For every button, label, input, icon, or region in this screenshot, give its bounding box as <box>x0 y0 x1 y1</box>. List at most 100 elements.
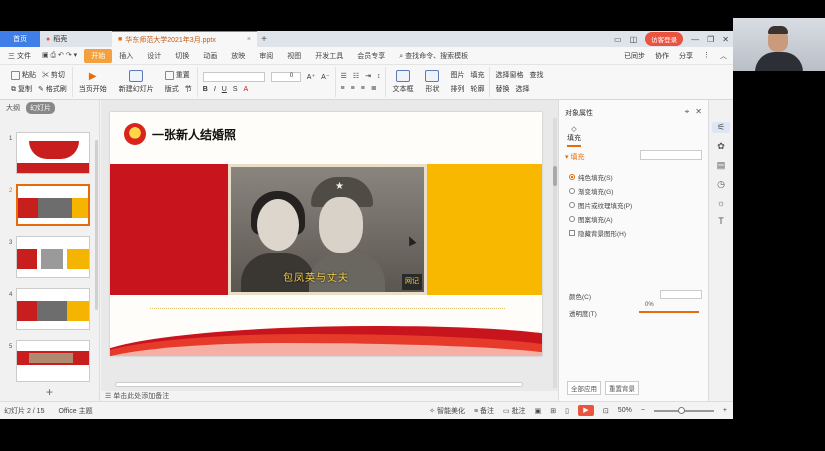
collab-button[interactable]: 协作 <box>655 51 669 61</box>
minimize-icon[interactable]: — <box>691 35 699 44</box>
new-tab-button[interactable]: + <box>257 34 271 45</box>
cut-button[interactable]: ✂ 剪切 <box>42 70 65 80</box>
picture-button[interactable]: 图片 <box>450 70 464 80</box>
bulb-icon[interactable]: ☼ <box>717 198 725 208</box>
tab-docer[interactable]: ● 稻壳 <box>40 31 112 47</box>
fit-window-icon[interactable]: ⊡ <box>603 407 609 415</box>
more-icon[interactable]: ⋮ <box>703 51 710 61</box>
horizontal-scrollbar[interactable] <box>115 382 523 387</box>
shape-button[interactable]: 形状 <box>419 70 445 94</box>
indent-icon[interactable]: ⇥ <box>365 72 371 80</box>
gradient-fill-option[interactable]: 渐变填充(G) <box>569 186 613 196</box>
style-icon[interactable]: ✿ <box>717 141 725 152</box>
menu-view[interactable]: 视图 <box>280 51 308 61</box>
thumbnail-scrollbar[interactable] <box>95 140 98 310</box>
close-window-icon[interactable]: ✕ <box>722 35 729 44</box>
align-center-icon[interactable]: ≡ <box>351 85 355 92</box>
picture-fill-option[interactable]: 图片或纹理填充(P) <box>569 200 632 210</box>
normal-view-icon[interactable]: ▣ <box>535 407 542 415</box>
outline-button[interactable]: 轮廓 <box>470 84 484 94</box>
textbox-button[interactable]: 文本框 <box>386 70 419 94</box>
slideshow-play-button[interactable]: ▶ <box>577 405 594 416</box>
notes-toggle-button[interactable]: ≡ 备注 <box>474 406 494 416</box>
sorter-view-icon[interactable]: ⊞ <box>550 407 556 415</box>
increase-font-icon[interactable]: A⁺ <box>307 73 315 81</box>
reading-view-icon[interactable]: ▯ <box>565 407 569 415</box>
line-spacing-icon[interactable]: ↕ <box>377 73 381 80</box>
theme-name[interactable]: Office 主题 <box>58 406 92 416</box>
menu-transition[interactable]: 切换 <box>168 51 196 61</box>
underline-icon[interactable]: U <box>222 86 227 93</box>
current-slide[interactable]: 一张新人结婚照 ★ 包凤英与丈夫 网记 <box>110 112 542 356</box>
bold-icon[interactable]: B <box>203 86 208 93</box>
pattern-fill-option[interactable]: 图案填充(A) <box>569 214 613 224</box>
menu-review[interactable]: 审阅 <box>252 51 280 61</box>
font-name-input[interactable] <box>202 71 265 82</box>
sync-button[interactable]: 已同步 <box>624 51 645 61</box>
tab-home[interactable]: 首页 <box>0 31 40 47</box>
align-left-icon[interactable]: ≡ <box>341 85 345 92</box>
zoom-level[interactable]: 50% <box>618 407 632 414</box>
color-picker[interactable] <box>660 290 702 299</box>
menu-insert[interactable]: 插入 <box>112 51 140 61</box>
text-icon[interactable]: T <box>718 216 724 226</box>
vertical-scrollbar[interactable] <box>553 118 557 388</box>
menu-start[interactable]: 开始 <box>84 48 113 63</box>
window-layout-icon[interactable]: ▭ <box>614 35 622 44</box>
zoom-in-icon[interactable]: + <box>723 407 727 414</box>
tab-outline[interactable]: 大纲 <box>6 103 20 113</box>
numbering-icon[interactable]: ☷ <box>353 72 359 80</box>
replace-button[interactable]: 替换 <box>495 84 509 94</box>
slide-thumbnail[interactable] <box>16 236 90 278</box>
fill-button[interactable]: 填充 <box>470 70 484 80</box>
animation-icon[interactable]: ▤ <box>717 160 726 171</box>
font-color-icon[interactable]: A <box>244 86 249 93</box>
login-button[interactable]: 访客登录 <box>645 32 684 46</box>
transparency-slider[interactable] <box>639 311 699 313</box>
strikethrough-icon[interactable]: S <box>233 86 238 93</box>
wedding-photo[interactable]: ★ 包凤英与丈夫 网记 <box>228 164 427 295</box>
decrease-font-icon[interactable]: A⁻ <box>321 73 329 81</box>
layout-dropdown[interactable]: 版式 <box>165 84 179 94</box>
menu-slideshow[interactable]: 放映 <box>224 51 252 61</box>
align-right-icon[interactable]: ≡ <box>361 85 365 92</box>
tab-fill[interactable]: ◇ 填充 <box>567 125 581 147</box>
fill-section-header[interactable]: ▾ 填充 <box>565 152 584 162</box>
add-slide-icon[interactable]: + <box>46 385 53 399</box>
fill-type-dropdown[interactable] <box>640 150 702 160</box>
reset-background-button[interactable]: 重置背景 <box>605 381 639 395</box>
share-button[interactable]: 分享 <box>679 51 693 61</box>
restore-icon[interactable]: ❐ <box>707 35 714 44</box>
zoom-out-icon[interactable]: − <box>641 407 645 414</box>
solid-fill-option[interactable]: 纯色填充(S) <box>569 172 613 182</box>
backup-icon[interactable]: ◷ <box>717 179 725 190</box>
slide-title[interactable]: 一张新人结婚照 <box>152 126 236 143</box>
zoom-slider[interactable] <box>653 406 714 414</box>
select-pane-button[interactable]: 选择窗格 <box>495 70 523 80</box>
paste-button[interactable]: 粘贴 <box>11 70 36 80</box>
menu-animation[interactable]: 动画 <box>196 51 224 61</box>
apply-all-button[interactable]: 全部应用 <box>567 381 601 395</box>
play-from-current-button[interactable]: ▶ 当页开始 <box>73 71 113 94</box>
scroll-handle[interactable] <box>553 166 557 186</box>
tab-slides[interactable]: 幻灯片 <box>26 102 55 114</box>
close-tab-icon[interactable]: × <box>247 36 251 43</box>
hide-background-checkbox[interactable]: 隐藏背景图形(H) <box>569 228 626 238</box>
format-painter-button[interactable]: ✎ 格式刷 <box>38 84 67 94</box>
collapse-ribbon-icon[interactable]: ︿ <box>720 51 727 61</box>
search-command[interactable]: ⌕ 查找命令、搜索模板 <box>392 51 475 61</box>
pin-icon[interactable]: ⌖ <box>685 107 690 117</box>
copy-button[interactable]: ⧉ 复制 <box>11 84 32 94</box>
properties-icon[interactable]: ⚟ <box>712 122 730 133</box>
slide-thumbnail[interactable] <box>16 288 90 330</box>
arrange-button[interactable]: 排列 <box>450 84 464 94</box>
file-menu[interactable]: 三 文件 <box>4 51 35 61</box>
bullets-icon[interactable]: ☰ <box>341 72 347 80</box>
menu-design[interactable]: 设计 <box>140 51 168 61</box>
font-size-input[interactable]: 0 <box>270 71 301 82</box>
zoom-slider-knob[interactable] <box>677 406 685 414</box>
find-button[interactable]: 查找 <box>529 70 543 80</box>
menu-developer[interactable]: 开发工具 <box>308 51 350 61</box>
skin-icon[interactable]: ◫ <box>630 35 638 44</box>
comments-button[interactable]: ▭ 批注 <box>503 406 526 416</box>
